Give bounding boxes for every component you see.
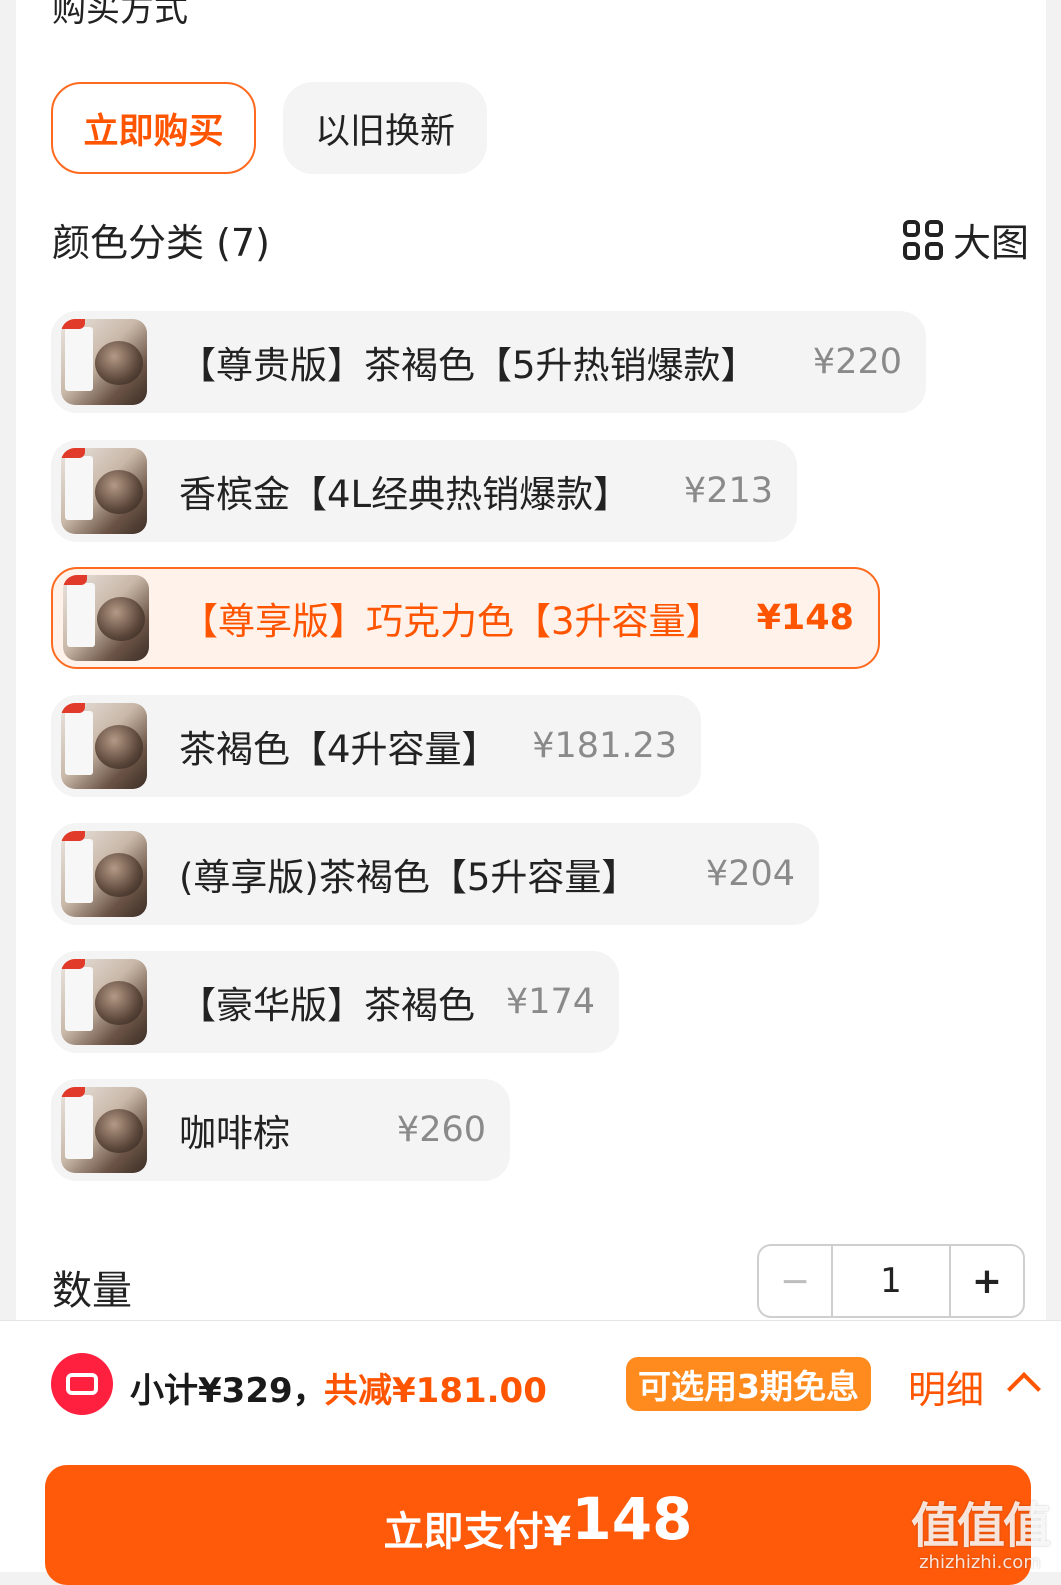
product-thumbnail (61, 319, 147, 405)
option-label: 【尊贵版】茶褐色【5升热销爆款】 (179, 344, 758, 387)
option-label: 香槟金【4L经典热销爆款】 (179, 473, 631, 516)
detail-link[interactable]: 明细 (908, 1359, 984, 1414)
product-thumbnail (61, 448, 147, 534)
subtotal-text: 小计¥329， (130, 1371, 327, 1411)
pay-amount: 148 (571, 1485, 693, 1553)
decrease-button[interactable]: − (759, 1246, 833, 1316)
color-category-title: 颜色分类 (7) (52, 221, 270, 265)
watermark-logo: 值值值 (910, 1498, 1051, 1554)
option-price: ¥174 (505, 982, 595, 1022)
checkout-bar: 小计¥329， 共减¥181.00 可选用3期免息 明细 立即支付¥ 148 (0, 1320, 1061, 1585)
color-option-2[interactable]: 香槟金【4L经典热销爆款】 ¥213 (51, 440, 797, 542)
product-thumbnail (61, 831, 147, 917)
color-option-7[interactable]: 咖啡棕 ¥260 (51, 1079, 510, 1181)
option-label: 【尊享版】巧克力色【3升容量】 (181, 600, 723, 643)
color-option-6[interactable]: 【豪华版】茶褐色 ¥174 (51, 951, 619, 1053)
purchase-method-title: 购买方式 (52, 0, 188, 30)
site-watermark: 值值值 zhizhizhi.com (910, 1486, 1051, 1573)
option-price: ¥204 (705, 854, 795, 894)
quantity-stepper: − 1 + (757, 1244, 1025, 1318)
watermark-url: zhizhizhi.com (919, 1552, 1041, 1573)
option-price: ¥220 (812, 342, 902, 382)
product-thumbnail (61, 703, 147, 789)
quantity-input[interactable]: 1 (833, 1246, 949, 1316)
increase-button[interactable]: + (949, 1246, 1023, 1316)
option-label: (尊享版)茶褐色【5升容量】 (179, 856, 639, 899)
interest-free-badge[interactable]: 可选用3期免息 (626, 1357, 871, 1411)
option-label: 茶褐色【4升容量】 (179, 728, 499, 771)
option-label: 咖啡棕 (179, 1112, 290, 1155)
option-price: ¥213 (683, 471, 773, 511)
trade-in-option[interactable]: 以旧换新 (283, 82, 487, 174)
color-option-3-selected[interactable]: 【尊享版】巧克力色【3升容量】 ¥148 (51, 567, 880, 669)
quantity-label: 数量 (52, 1268, 132, 1314)
product-thumbnail (63, 575, 149, 661)
option-price: ¥260 (396, 1110, 486, 1150)
grid-view-icon (902, 219, 943, 260)
color-option-5[interactable]: (尊享版)茶褐色【5升容量】 ¥204 (51, 823, 819, 925)
color-option-1[interactable]: 【尊贵版】茶褐色【5升热销爆款】 ¥220 (51, 311, 926, 413)
option-label: 【豪华版】茶褐色 (179, 984, 475, 1027)
product-thumbnail (61, 959, 147, 1045)
pay-now-button[interactable]: 立即支付¥ 148 (45, 1465, 1031, 1585)
pay-label: 立即支付¥ (383, 1509, 572, 1555)
buy-now-option[interactable]: 立即购买 (51, 82, 256, 174)
big-picture-label: 大图 (952, 221, 1029, 265)
discount-text: 共减¥181.00 (324, 1371, 547, 1411)
color-option-4[interactable]: 茶褐色【4升容量】 ¥181.23 (51, 695, 701, 797)
coupon-icon (51, 1353, 113, 1415)
big-picture-toggle[interactable]: 大图 (902, 212, 1029, 267)
product-thumbnail (61, 1087, 147, 1173)
option-price: ¥148 (756, 598, 854, 638)
option-price: ¥181.23 (532, 726, 677, 766)
chevron-up-icon[interactable] (1007, 1372, 1041, 1406)
